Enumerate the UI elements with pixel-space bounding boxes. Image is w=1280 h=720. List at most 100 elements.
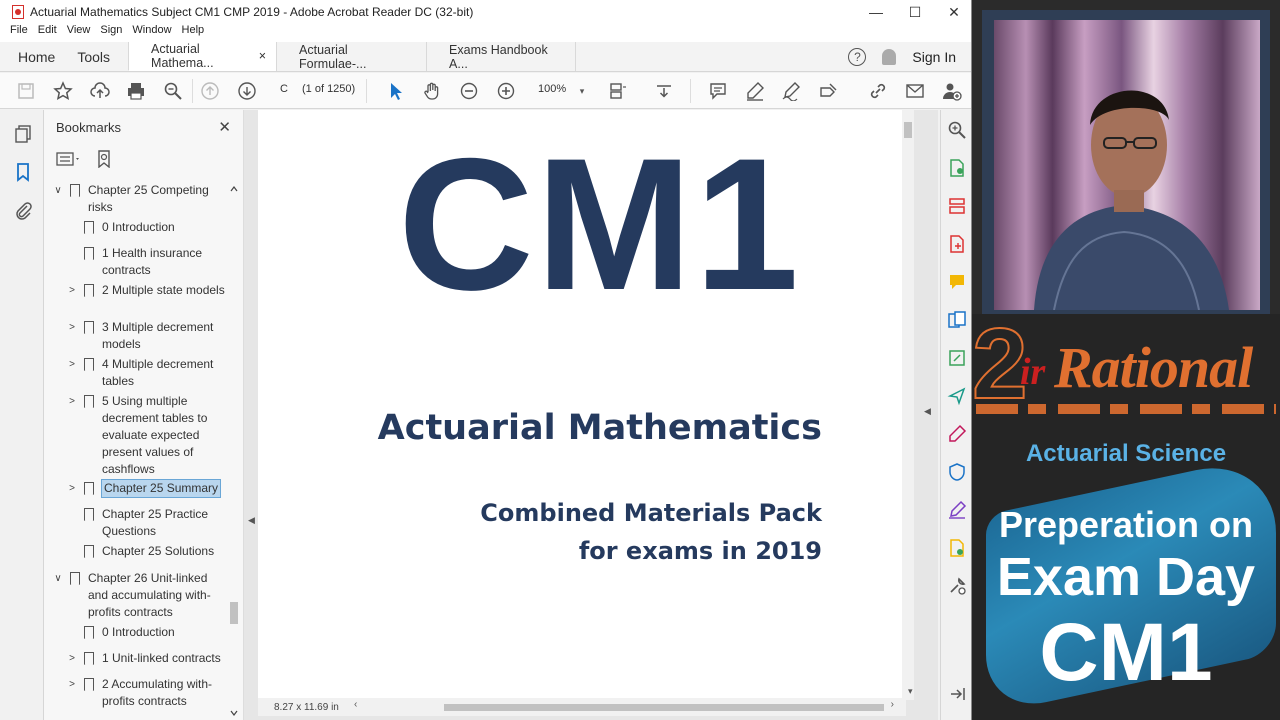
page-count: (1 of 1250) bbox=[302, 83, 356, 95]
bookmark-item[interactable]: > 2 Accumulating with-profits contracts bbox=[66, 676, 226, 710]
request-signatures-icon[interactable] bbox=[947, 500, 967, 520]
bookmark-item[interactable]: Chapter 25 Practice Questions bbox=[66, 506, 226, 540]
draw-sign-icon[interactable] bbox=[781, 81, 801, 101]
add-user-icon[interactable] bbox=[942, 81, 962, 101]
hand-tool-icon[interactable] bbox=[422, 81, 442, 101]
new-bookmark-icon[interactable] bbox=[96, 149, 114, 173]
bookmark-chapter-26[interactable]: ∨ Chapter 26 Unit-linked and accumulatin… bbox=[52, 570, 212, 621]
expand-chevron-icon[interactable]: > bbox=[66, 393, 78, 478]
page-number-input[interactable]: C bbox=[280, 83, 288, 95]
print-icon[interactable] bbox=[126, 81, 146, 101]
zoom-out-icon[interactable] bbox=[459, 81, 479, 101]
tab-doc-actuarial-mathematics[interactable]: Actuarial Mathema... × bbox=[128, 42, 277, 71]
document-vertical-scrollbar[interactable] bbox=[902, 110, 914, 700]
select-cursor-icon[interactable] bbox=[386, 81, 406, 101]
expand-chevron-icon[interactable]: > bbox=[66, 676, 78, 710]
export-pdf-icon[interactable] bbox=[947, 158, 967, 178]
comment-icon[interactable] bbox=[708, 81, 728, 101]
comment-tool-icon[interactable] bbox=[947, 272, 967, 292]
notifications-bell-icon[interactable] bbox=[882, 48, 897, 65]
bookmarks-panel-icon[interactable] bbox=[13, 162, 33, 182]
expand-chevron-icon[interactable]: > bbox=[66, 282, 78, 299]
menu-help[interactable]: Help bbox=[182, 24, 205, 42]
bookmark-item[interactable]: > 1 Unit-linked contracts bbox=[66, 650, 226, 667]
scroll-thumb[interactable] bbox=[444, 704, 884, 711]
zoom-in-icon[interactable] bbox=[496, 81, 516, 101]
bookmark-item[interactable]: 0 Introduction bbox=[66, 219, 226, 236]
email-icon[interactable] bbox=[905, 81, 925, 101]
menu-window[interactable]: Window bbox=[132, 24, 171, 42]
bookmark-options-icon[interactable] bbox=[56, 150, 82, 173]
search-zoom-icon[interactable] bbox=[947, 120, 967, 140]
stamp-icon[interactable] bbox=[947, 538, 967, 558]
bookmark-item[interactable]: > 3 Multiple decrement models bbox=[66, 319, 226, 353]
bookmark-item[interactable]: Chapter 25 Solutions bbox=[66, 543, 226, 560]
menu-file[interactable]: File bbox=[10, 24, 28, 42]
minimize-button[interactable]: — bbox=[856, 0, 896, 24]
sign-in-button[interactable]: Sign In bbox=[912, 49, 956, 65]
expand-chevron-icon[interactable]: > bbox=[66, 319, 78, 353]
organize-pages-icon[interactable] bbox=[947, 196, 967, 216]
cloud-upload-icon[interactable] bbox=[90, 81, 110, 101]
attachments-icon[interactable] bbox=[13, 200, 33, 220]
close-tab-button[interactable]: × bbox=[259, 49, 266, 63]
bookmark-item[interactable]: > 5 Using multiple decrement tables to e… bbox=[66, 393, 226, 478]
edit-pdf-icon[interactable] bbox=[947, 348, 967, 368]
collapse-chevron-icon[interactable]: ∨ bbox=[52, 182, 64, 216]
bookmark-chapter-25[interactable]: ∨ Chapter 25 Competing risks bbox=[52, 182, 212, 216]
save-icon[interactable] bbox=[16, 81, 36, 101]
fill-sign-icon[interactable] bbox=[818, 81, 838, 101]
protect-icon[interactable] bbox=[947, 462, 967, 482]
previous-page-icon[interactable] bbox=[200, 81, 220, 101]
title-bar: Actuarial Mathematics Subject CM1 CMP 20… bbox=[0, 0, 971, 24]
next-page-icon[interactable] bbox=[237, 81, 257, 101]
help-icon[interactable]: ? bbox=[848, 47, 867, 66]
bookmark-star-icon[interactable] bbox=[53, 81, 73, 101]
scroll-right-arrow-icon[interactable]: › bbox=[891, 699, 894, 710]
page-display-icon[interactable] bbox=[608, 81, 628, 101]
scroll-thumb[interactable] bbox=[904, 122, 912, 138]
scroll-down-arrow-icon[interactable]: ▾ bbox=[908, 686, 918, 698]
scroll-left-arrow-icon[interactable]: ‹ bbox=[354, 699, 357, 710]
page-thumbnails-icon[interactable] bbox=[13, 124, 33, 144]
menu-edit[interactable]: Edit bbox=[38, 24, 57, 42]
expand-chevron-icon[interactable]: > bbox=[66, 480, 78, 497]
combine-files-icon[interactable] bbox=[947, 310, 967, 330]
collapse-tools-pane-icon[interactable] bbox=[947, 684, 967, 704]
menu-view[interactable]: View bbox=[67, 24, 91, 42]
bookmark-item[interactable]: 0 Introduction bbox=[66, 624, 226, 641]
tab-bar: Home Tools Actuarial Mathema... × Actuar… bbox=[0, 42, 971, 72]
expand-chevron-icon[interactable]: > bbox=[66, 356, 78, 390]
tab-home[interactable]: Home bbox=[0, 42, 73, 71]
tab-label: Exams Handbook A... bbox=[449, 42, 548, 71]
scroll-mode-icon[interactable] bbox=[654, 81, 674, 101]
close-bookmarks-button[interactable]: ✕ bbox=[218, 118, 231, 136]
bookmark-item-selected[interactable]: > Chapter 25 Summary bbox=[66, 479, 222, 498]
maximize-button[interactable]: ☐ bbox=[895, 0, 935, 24]
tab-doc-exams-handbook[interactable]: Exams Handbook A... bbox=[426, 42, 577, 71]
collapse-chevron-icon[interactable]: ∨ bbox=[52, 570, 64, 621]
bookmark-item[interactable]: 1 Health insurance contracts bbox=[66, 245, 226, 279]
document-horizontal-scrollbar[interactable]: ‹ › bbox=[354, 699, 894, 712]
bookmark-item[interactable]: > 4 Multiple decrement tables bbox=[66, 356, 226, 390]
collapse-left-pane-icon[interactable]: ◀ bbox=[248, 515, 258, 527]
cover-subject: Actuarial Mathematics bbox=[377, 408, 822, 448]
collapse-right-pane-icon[interactable]: ◀ bbox=[924, 406, 934, 418]
tab-doc-actuarial-formulae[interactable]: Actuarial Formulae-... bbox=[276, 42, 426, 71]
bookmark-icon bbox=[84, 652, 94, 665]
send-for-comments-icon[interactable] bbox=[947, 386, 967, 406]
expand-chevron-icon[interactable]: > bbox=[66, 650, 78, 667]
create-pdf-icon[interactable] bbox=[947, 234, 967, 254]
bookmark-icon bbox=[84, 284, 94, 297]
close-window-button[interactable]: ✕ bbox=[934, 0, 971, 24]
zoom-search-icon[interactable] bbox=[163, 81, 183, 101]
fill-and-sign-icon[interactable] bbox=[947, 424, 967, 444]
bookmarks-scrollbar[interactable] bbox=[229, 182, 239, 720]
zoom-dropdown-chevron-icon[interactable]: ▾ bbox=[572, 81, 592, 101]
more-tools-icon[interactable] bbox=[947, 576, 967, 596]
bookmark-item[interactable]: > 2 Multiple state models bbox=[66, 282, 226, 299]
link-icon[interactable] bbox=[868, 81, 888, 101]
tab-tools[interactable]: Tools bbox=[73, 42, 128, 71]
highlight-pen-icon[interactable] bbox=[745, 81, 765, 101]
menu-sign[interactable]: Sign bbox=[100, 24, 122, 42]
